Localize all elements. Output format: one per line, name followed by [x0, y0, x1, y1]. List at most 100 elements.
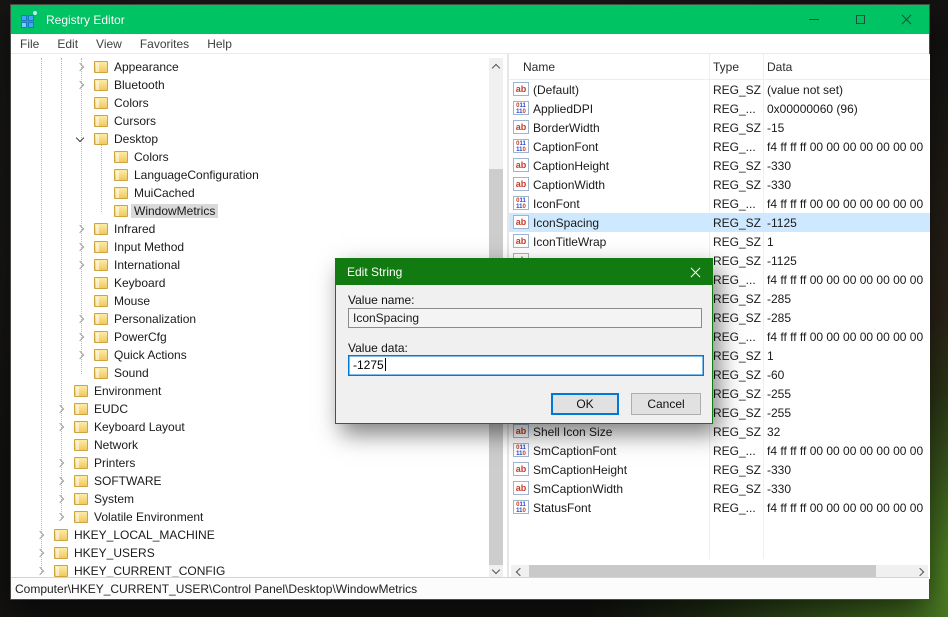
- key-folder-icon: [94, 97, 108, 109]
- tree-item-windowmetrics[interactable]: WindowMetrics: [11, 202, 489, 220]
- value-row-captionwidth[interactable]: abCaptionWidthREG_SZ-330: [509, 175, 930, 194]
- tree-item-appearance[interactable]: Appearance: [11, 58, 489, 76]
- column-header-name[interactable]: Name: [523, 54, 555, 80]
- ok-button[interactable]: OK: [551, 393, 619, 415]
- tree-item-label: Appearance: [111, 60, 182, 74]
- menu-item-favorites[interactable]: Favorites: [131, 35, 198, 53]
- value-name: SmCaptionWidth: [533, 482, 705, 496]
- tree-item-label: Bluetooth: [111, 78, 168, 92]
- tree-item-printers[interactable]: Printers: [11, 454, 489, 472]
- value-name-field: IconSpacing: [348, 308, 702, 328]
- expand-arrow-icon[interactable]: [36, 531, 44, 539]
- key-folder-icon: [94, 61, 108, 73]
- tree-item-software[interactable]: SOFTWARE: [11, 472, 489, 490]
- value-type: REG_SZ: [713, 387, 763, 401]
- minimize-button[interactable]: [791, 5, 837, 34]
- maximize-button[interactable]: [837, 5, 883, 34]
- cancel-button[interactable]: Cancel: [631, 393, 701, 415]
- expand-arrow-icon[interactable]: [36, 567, 44, 575]
- value-row-statusfont[interactable]: 011110StatusFontREG_...f4 ff ff ff 00 00…: [509, 498, 930, 517]
- value-row-smcaptionfont[interactable]: 011110SmCaptionFontREG_...f4 ff ff ff 00…: [509, 441, 930, 460]
- value-data: 0x00000060 (96): [767, 102, 927, 116]
- value-data: 32: [767, 425, 927, 439]
- value-name: IconFont: [533, 197, 705, 211]
- value-type: REG_SZ: [713, 216, 763, 230]
- string-value-icon: ab: [513, 424, 529, 438]
- expand-arrow-icon[interactable]: [36, 549, 44, 557]
- value-row-borderwidth[interactable]: abBorderWidthREG_SZ-15: [509, 118, 930, 137]
- key-folder-icon: [74, 457, 88, 469]
- expand-arrow-icon[interactable]: [56, 477, 64, 485]
- menu-item-view[interactable]: View: [87, 35, 131, 53]
- value-row-default[interactable]: ab(Default)REG_SZ(value not set): [509, 80, 930, 99]
- value-row-smcaptionwidth[interactable]: abSmCaptionWidthREG_SZ-330: [509, 479, 930, 498]
- tree-item-infrared[interactable]: Infrared: [11, 220, 489, 238]
- tree-item-muicached[interactable]: MuiCached: [11, 184, 489, 202]
- menu-item-help[interactable]: Help: [198, 35, 241, 53]
- value-row-smcaptionheight[interactable]: abSmCaptionHeightREG_SZ-330: [509, 460, 930, 479]
- value-name: SmCaptionHeight: [533, 463, 705, 477]
- expand-arrow-icon[interactable]: [76, 351, 84, 359]
- tree-item-network[interactable]: Network: [11, 436, 489, 454]
- tree-item-bluetooth[interactable]: Bluetooth: [11, 76, 489, 94]
- menu-item-file[interactable]: File: [11, 35, 48, 53]
- column-header-type[interactable]: Type: [713, 54, 739, 80]
- scroll-up-button[interactable]: [489, 58, 503, 74]
- value-row-captionheight[interactable]: abCaptionHeightREG_SZ-330: [509, 156, 930, 175]
- tree-item-input-method[interactable]: Input Method: [11, 238, 489, 256]
- string-value-icon: ab: [513, 82, 529, 96]
- expand-arrow-icon[interactable]: [76, 81, 84, 89]
- expand-arrow-icon[interactable]: [76, 63, 84, 71]
- value-row-captionfont[interactable]: 011110CaptionFontREG_...f4 ff ff ff 00 0…: [509, 137, 930, 156]
- value-type: REG_...: [713, 501, 763, 515]
- value-name: AppliedDPI: [533, 102, 705, 116]
- value-name: CaptionWidth: [533, 178, 705, 192]
- value-data-input[interactable]: -1275: [348, 355, 704, 376]
- tree-item-label: Input Method: [111, 240, 187, 254]
- tree-item-label: SOFTWARE: [91, 474, 165, 488]
- expand-arrow-icon[interactable]: [56, 423, 64, 431]
- chevron-left-icon: [515, 568, 523, 576]
- expand-arrow-icon[interactable]: [76, 333, 84, 341]
- tree-item-desktop[interactable]: Desktop: [11, 130, 489, 148]
- value-data: 1: [767, 235, 927, 249]
- tree-item-label: Quick Actions: [111, 348, 190, 362]
- tree-item-languageconfiguration[interactable]: LanguageConfiguration: [11, 166, 489, 184]
- key-folder-icon: [114, 169, 128, 181]
- expand-arrow-icon[interactable]: [76, 261, 84, 269]
- collapse-arrow-icon[interactable]: [76, 134, 84, 142]
- edit-string-dialog: Edit String Value name: IconSpacing Valu…: [335, 258, 713, 424]
- expand-arrow-icon[interactable]: [76, 315, 84, 323]
- tree-item-hkey-users[interactable]: HKEY_USERS: [11, 544, 489, 562]
- window-title: Registry Editor: [46, 13, 125, 27]
- value-row-shell-icon-size[interactable]: abShell Icon SizeREG_SZ32: [509, 422, 930, 441]
- key-folder-icon: [94, 295, 108, 307]
- tree-item-volatile-environment[interactable]: Volatile Environment: [11, 508, 489, 526]
- close-button[interactable]: [883, 5, 929, 34]
- tree-item-colors[interactable]: Colors: [11, 148, 489, 166]
- value-row-iconfont[interactable]: 011110IconFontREG_...f4 ff ff ff 00 00 0…: [509, 194, 930, 213]
- tree-item-system[interactable]: System: [11, 490, 489, 508]
- expand-arrow-icon[interactable]: [56, 405, 64, 413]
- dialog-close-button[interactable]: [678, 259, 712, 285]
- value-data: 1: [767, 349, 927, 363]
- expand-arrow-icon[interactable]: [56, 513, 64, 521]
- menu-item-edit[interactable]: Edit: [48, 35, 87, 53]
- expand-arrow-icon[interactable]: [76, 243, 84, 251]
- value-row-icontitlewrap[interactable]: abIconTitleWrapREG_SZ1: [509, 232, 930, 251]
- tree-item-colors[interactable]: Colors: [11, 94, 489, 112]
- value-row-iconspacing[interactable]: abIconSpacingREG_SZ-1125: [509, 213, 930, 232]
- value-row-applieddpi[interactable]: 011110AppliedDPIREG_...0x00000060 (96): [509, 99, 930, 118]
- tree-item-hkey-local-machine[interactable]: HKEY_LOCAL_MACHINE: [11, 526, 489, 544]
- value-type: REG_SZ: [713, 121, 763, 135]
- expand-arrow-icon[interactable]: [76, 225, 84, 233]
- expand-arrow-icon[interactable]: [56, 495, 64, 503]
- key-folder-icon: [94, 79, 108, 91]
- tree-item-cursors[interactable]: Cursors: [11, 112, 489, 130]
- expand-arrow-icon[interactable]: [56, 459, 64, 467]
- value-type: REG_SZ: [713, 178, 763, 192]
- column-header-data[interactable]: Data: [767, 54, 792, 80]
- value-data: -1125: [767, 254, 927, 268]
- value-type: REG_...: [713, 197, 763, 211]
- tree-item-label: Infrared: [111, 222, 158, 236]
